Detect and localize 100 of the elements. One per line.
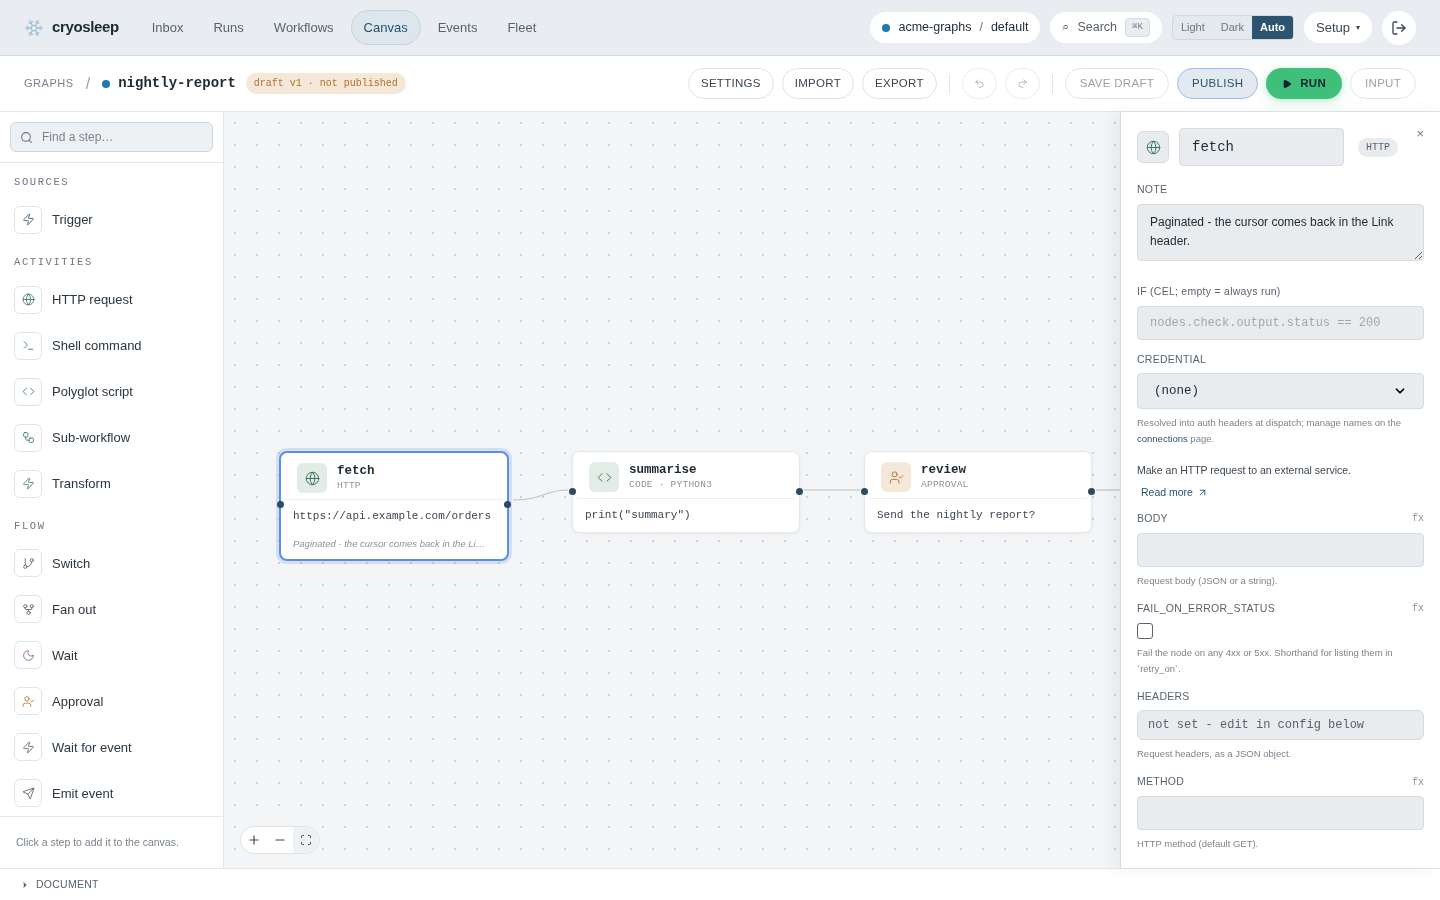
code-brackets-icon — [21, 385, 35, 398]
node-body: print("summary") — [585, 508, 692, 523]
output-port[interactable] — [504, 500, 511, 508]
workflow-node[interactable]: fetch HTTP https://api.example.com/orders Paginated - the cursor comes back in the Li… — [279, 451, 509, 561]
text-field[interactable]: nodes.check.output.status == 200 — [1137, 305, 1424, 340]
read-more-link[interactable]: Read more — [1141, 485, 1208, 501]
field-help: Request headers, as a JSON object. — [1137, 747, 1293, 762]
credential-select[interactable]: (none) — [1137, 373, 1424, 410]
step-label: Wait — [52, 646, 78, 665]
step-label: Wait for event — [52, 738, 132, 757]
step-label: Transform — [52, 474, 111, 493]
lightning-icon — [21, 477, 35, 490]
note-field[interactable]: Paginated - the cursor comes back in the Link header. — [1137, 203, 1424, 261]
globe-icon — [21, 293, 35, 306]
lightning-icon — [21, 740, 35, 754]
document-toggle[interactable]: DOCUMENT — [20, 876, 99, 893]
field-help: Fail the node on any 4xx or 5xx. Shorthand for listing them in `retry_on`. — [1137, 645, 1394, 676]
toolbar-button[interactable]: EXPORT — [862, 68, 937, 99]
nav-tab[interactable]: Fleet — [494, 9, 550, 46]
field-label: IF (CEL; empty = always run) — [1137, 283, 1281, 299]
shortcut-key: ⌘K — [1125, 17, 1150, 38]
checkbox[interactable] — [1137, 622, 1153, 639]
globe-icon — [1145, 139, 1161, 155]
output-port[interactable] — [1088, 487, 1095, 495]
breadcrumb-root[interactable]: GRAPHS — [24, 75, 74, 92]
step-search-field[interactable]: Find a step… — [10, 122, 213, 152]
text-field[interactable] — [1137, 532, 1424, 567]
step-item[interactable]: HTTP request — [14, 276, 209, 323]
search-icon — [20, 131, 33, 144]
fit-view-button[interactable] — [293, 827, 319, 853]
node-description: Make an HTTP request to an external service. — [1137, 463, 1352, 479]
step-label: Trigger — [52, 211, 93, 229]
input-port[interactable] — [569, 487, 576, 495]
section-label: FLOW — [14, 518, 47, 534]
breadcrumb-separator: / — [85, 73, 91, 94]
sidebar-hint: Click a step to add it to the canvas. — [16, 836, 179, 849]
step-label: Approval — [52, 692, 104, 711]
toolbar-button[interactable]: PUBLISH — [1177, 68, 1259, 99]
step-item[interactable]: Transform — [14, 460, 209, 507]
field-label: CREDENTIAL — [1137, 351, 1207, 367]
field-label: BODY — [1137, 511, 1168, 526]
search-button[interactable]: ⌕ Search ⌘K — [1050, 12, 1162, 43]
close-button[interactable]: × — [1416, 124, 1424, 144]
theme-option[interactable]: Auto — [1251, 16, 1293, 39]
text-field[interactable] — [1137, 796, 1424, 830]
moon-icon — [21, 648, 35, 662]
globe-icon — [304, 470, 320, 486]
node-body: Send the nightly report? — [877, 508, 1037, 523]
env-name: default — [990, 19, 1029, 37]
field-label: HEADERS — [1137, 688, 1190, 704]
step-label: HTTP request — [52, 290, 133, 309]
nav-tab[interactable]: Events — [424, 9, 491, 46]
step-item[interactable]: Emit event — [14, 770, 209, 817]
step-item[interactable]: Approval — [14, 678, 209, 725]
logout-icon — [1391, 19, 1407, 36]
workspace-selector[interactable]: acme-graphs / default — [870, 12, 1041, 43]
play-icon — [1282, 78, 1293, 89]
run-button[interactable]: RUN — [1266, 68, 1343, 99]
logout-button[interactable] — [1382, 10, 1416, 45]
section-label: ACTIVITIES — [14, 254, 94, 270]
headers-field[interactable]: not set - edit in config below — [1137, 710, 1424, 741]
nav-tab[interactable]: Runs — [200, 9, 257, 46]
user-check-icon — [888, 469, 904, 485]
section-label: SOURCES — [14, 175, 71, 190]
setup-button[interactable]: Setup ▾ — [1304, 12, 1372, 43]
step-item[interactable]: Wait for event — [14, 724, 209, 771]
connections-link[interactable]: connections — [1137, 433, 1188, 445]
step-label: Sub-workflow — [52, 428, 131, 447]
nav-tab[interactable]: Inbox — [138, 9, 197, 46]
search-glyph: ⌕ — [1062, 19, 1070, 37]
plus-icon — [247, 833, 261, 847]
step-item[interactable]: Shell command — [14, 322, 209, 369]
separator: / — [979, 19, 983, 37]
undo-icon — [973, 78, 985, 89]
theme-option[interactable]: Light — [1172, 16, 1213, 39]
step-item[interactable]: Fan out — [14, 586, 209, 633]
step-item[interactable]: Polyglot script — [14, 368, 209, 415]
node-name-field[interactable]: fetch — [1179, 128, 1344, 166]
step-label: Fan out — [52, 600, 97, 619]
toolbar-button[interactable]: IMPORT — [781, 68, 854, 99]
step-item[interactable]: Sub-workflow — [14, 414, 209, 461]
setup-label: Setup — [1316, 18, 1350, 37]
nav-tab[interactable]: Canvas — [350, 9, 421, 46]
step-label: Switch — [52, 554, 91, 573]
theme-option[interactable]: Dark — [1212, 16, 1252, 39]
node-type: APPROVAL — [921, 478, 969, 491]
toolbar-button[interactable]: SETTINGS — [687, 68, 774, 99]
field-help: HTTP method (default GET). — [1137, 837, 1260, 851]
output-port[interactable] — [796, 487, 803, 495]
input-port[interactable] — [277, 500, 284, 508]
step-item[interactable]: Wait — [14, 632, 209, 679]
node-note: Paginated - the cursor comes back in the Li… — [293, 536, 487, 551]
step-item[interactable]: Trigger — [14, 196, 209, 243]
step-item[interactable]: Switch — [14, 540, 209, 587]
workflow-node[interactable]: review APPROVAL Send the nightly report? — [864, 451, 1092, 533]
workflow-node[interactable]: summarise CODE · PYTHON3 print("summary") — [572, 451, 800, 533]
field-help: Resolved into auth headers at dispatch; manage names on the connections page. — [1137, 416, 1403, 447]
input-port[interactable] — [861, 487, 868, 495]
nav-tab[interactable]: Workflows — [260, 9, 347, 46]
graph-name: nightly-report — [118, 74, 236, 93]
